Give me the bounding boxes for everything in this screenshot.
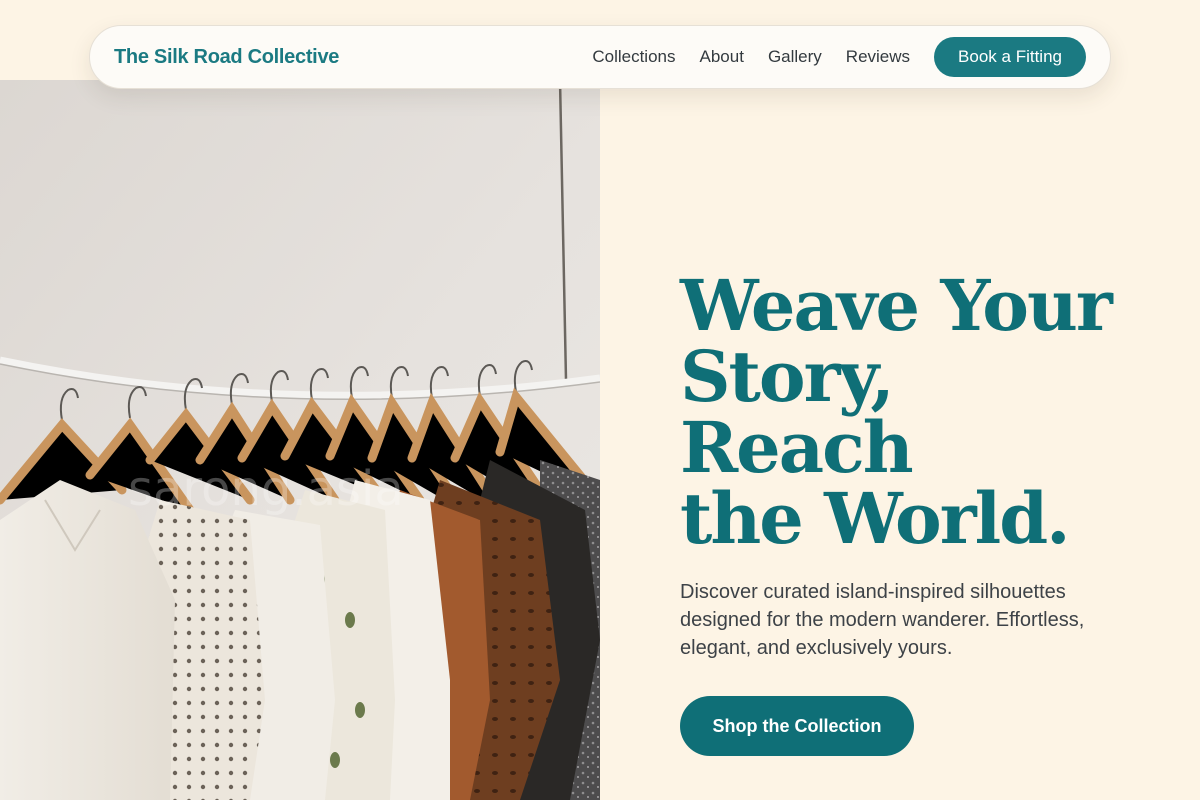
top-navbar: The Silk Road Collective Collections Abo… [89, 25, 1111, 89]
nav-link-gallery[interactable]: Gallery [768, 47, 822, 67]
image-watermark: sarong.asia [128, 461, 404, 517]
clothes-rack-illustration: sarong.asia [0, 80, 600, 800]
hero-headline: Weave Your Story, Reach the World. [680, 270, 1140, 554]
book-fitting-button[interactable]: Book a Fitting [934, 37, 1086, 77]
hero-content: Weave Your Story, Reach the World. Disco… [680, 270, 1140, 756]
nav-link-about[interactable]: About [700, 47, 744, 67]
hero-image: sarong.asia [0, 80, 600, 800]
brand-logo[interactable]: The Silk Road Collective [114, 46, 339, 69]
shop-collection-button[interactable]: Shop the Collection [680, 696, 914, 756]
headline-line: the World. [680, 477, 1071, 560]
headline-line: Weave Your [680, 264, 1113, 347]
nav-link-reviews[interactable]: Reviews [846, 47, 910, 67]
nav-link-collections[interactable]: Collections [592, 47, 675, 67]
nav-links: Collections About Gallery Reviews Book a… [568, 37, 1086, 77]
headline-line: Story, Reach [680, 335, 914, 489]
hero-subtext: Discover curated island-inspired silhoue… [680, 581, 1085, 659]
